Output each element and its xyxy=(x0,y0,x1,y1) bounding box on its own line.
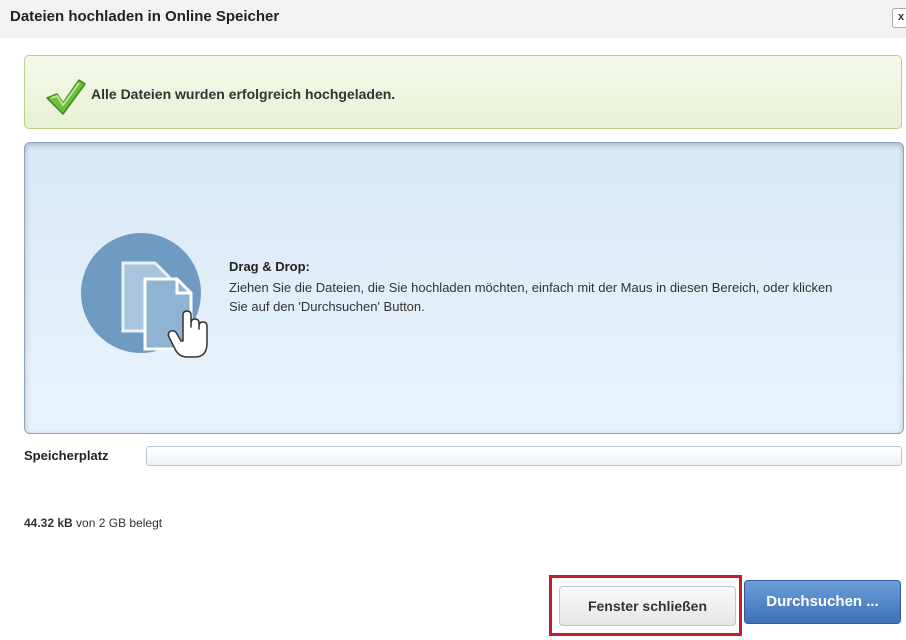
close-window-button[interactable]: Fenster schließen xyxy=(559,586,736,626)
storage-used-value: 44.32 kB xyxy=(24,516,73,530)
dropzone-instructions: Ziehen Sie die Dateien, die Sie hochlade… xyxy=(229,280,833,314)
checkmark-icon xyxy=(43,76,87,116)
dialog-titlebar: Dateien hochladen in Online Speicher x xyxy=(0,0,906,38)
dialog-title: Dateien hochladen in Online Speicher xyxy=(10,8,280,25)
storage-usage-text: 44.32 kB von 2 GB belegt xyxy=(24,516,162,530)
success-message: Alle Dateien wurden erfolgreich hochgela… xyxy=(91,86,396,102)
dropzone-title: Drag & Drop: xyxy=(229,259,310,274)
drop-zone[interactable]: Drag & Drop: Ziehen Sie die Dateien, die… xyxy=(24,142,904,434)
close-dialog-button[interactable]: x xyxy=(892,8,906,28)
storage-label: Speicherplatz xyxy=(24,448,109,463)
success-message-box: Alle Dateien wurden erfolgreich hochgela… xyxy=(24,55,902,129)
drag-drop-files-icon xyxy=(79,223,229,373)
browse-button[interactable]: Durchsuchen ... xyxy=(744,580,901,624)
storage-progress-bar xyxy=(146,446,902,466)
storage-used-suffix: von 2 GB belegt xyxy=(76,516,163,530)
